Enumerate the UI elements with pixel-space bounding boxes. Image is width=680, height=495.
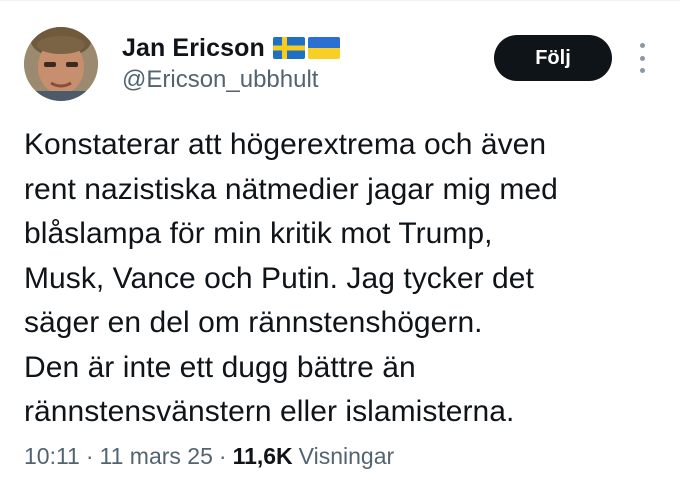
- flag-emojis: [272, 37, 340, 59]
- more-options-icon[interactable]: [632, 43, 652, 73]
- author-identity: Jan Ericson @Ericson_ubbhult: [122, 31, 340, 94]
- tweet-line: rännstensvänstern eller islamisterna.: [24, 395, 515, 428]
- tweet-line: säger en del om rännstenshögern.: [24, 306, 483, 339]
- tweet-date[interactable]: 11 mars 25: [100, 443, 213, 470]
- meta-separator: ·: [218, 443, 227, 469]
- follow-button[interactable]: Följ: [494, 35, 612, 81]
- tweet-text: Konstaterar att högerextrema och även re…: [24, 123, 664, 435]
- user-handle[interactable]: @Ericson_ubbhult: [122, 66, 340, 94]
- display-name[interactable]: Jan Ericson: [122, 34, 265, 63]
- more-dot: [639, 43, 645, 48]
- views-label: Visningar: [298, 443, 395, 469]
- meta-separator: ·: [85, 443, 94, 469]
- sweden-flag-icon: [272, 37, 305, 59]
- avatar[interactable]: [24, 27, 98, 101]
- more-dot: [639, 55, 645, 61]
- tweet-meta: 10:11 · 11 mars 25 · 11,6K Visningar: [24, 443, 394, 470]
- views-count: 11,6K: [232, 443, 293, 469]
- ukraine-flag-icon: [307, 37, 340, 59]
- tweet-time[interactable]: 10:11: [24, 443, 80, 470]
- tweet-line: Musk, Vance och Putin. Jag tycker det: [24, 261, 534, 295]
- tweet-card: Jan Ericson @Ericson_ubbhult Följ Konsta…: [0, 0, 680, 495]
- name-row: Jan Ericson: [122, 31, 340, 65]
- tweet-line: Konstaterar att högerextrema och även: [24, 128, 547, 161]
- avatar-image: [24, 27, 98, 101]
- more-dot: [639, 68, 645, 73]
- tweet-line: blåslampa för min kritik mot Trump,: [24, 217, 493, 250]
- tweet-line: Den är inte ett dugg bättre än: [24, 350, 416, 384]
- tweet-line: rent nazistiska nätmedier jagar mig med: [24, 172, 558, 206]
